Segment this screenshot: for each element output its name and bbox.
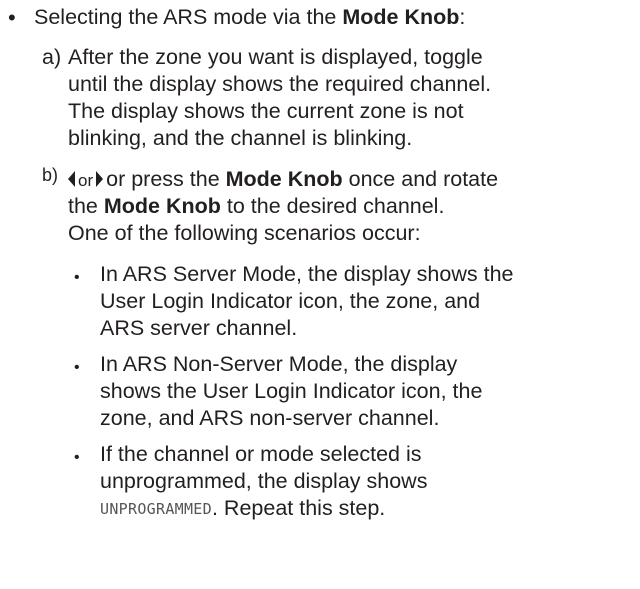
bullet-marker: • xyxy=(8,5,16,30)
left-arrow-key-icon xyxy=(68,171,75,187)
scenario-line: ARS server channel. xyxy=(100,316,298,340)
right-arrow-key-icon xyxy=(96,171,104,187)
step-a-marker: a) xyxy=(42,45,62,69)
mode-knob-label: Mode Knob xyxy=(225,167,343,191)
step-b-marker: b) xyxy=(42,165,59,185)
mode-knob-label: Mode Knob xyxy=(342,5,460,29)
scenario-marker: • xyxy=(74,269,80,286)
step-b-line: One of the following scenarios occur: xyxy=(68,221,421,245)
step-a-line: After the zone you want is displayed, to… xyxy=(68,45,483,69)
bullet-text: Selecting the ARS mode via the Mode Knob… xyxy=(34,5,466,29)
step-a-line: until the display shows the required cha… xyxy=(68,72,492,96)
lcd-display-text: UNPROGRAMMED xyxy=(100,500,212,518)
step-b-line: the Mode Knob to the desired channel. xyxy=(68,194,445,218)
step-a-line: The display shows the current zone is no… xyxy=(68,99,464,123)
scenario-line: In ARS Non-Server Mode, the display xyxy=(100,352,458,376)
scenario-line: User Login Indicator icon, the zone, and xyxy=(100,289,481,313)
scenario-line: zone, and ARS non-server channel. xyxy=(100,406,440,430)
scenario-line: UNPROGRAMMED. Repeat this step. xyxy=(100,496,386,520)
scenario-line: shows the User Login Indicator icon, the xyxy=(100,379,483,403)
scenario-marker: • xyxy=(74,449,80,466)
scenario-line: unprogrammed, the display shows xyxy=(100,469,428,493)
step-b-line: or or press the Mode Knob once and rotate xyxy=(68,166,498,194)
manual-page: • Selecting the ARS mode via the Mode Kn… xyxy=(0,0,640,589)
scenario-line: If the channel or mode selected is xyxy=(100,442,422,466)
scenario-marker: • xyxy=(74,359,80,376)
scenario-line: In ARS Server Mode, the display shows th… xyxy=(100,262,514,286)
mode-knob-label: Mode Knob xyxy=(103,194,221,218)
step-a-line: blinking, and the channel is blinking. xyxy=(68,126,413,150)
